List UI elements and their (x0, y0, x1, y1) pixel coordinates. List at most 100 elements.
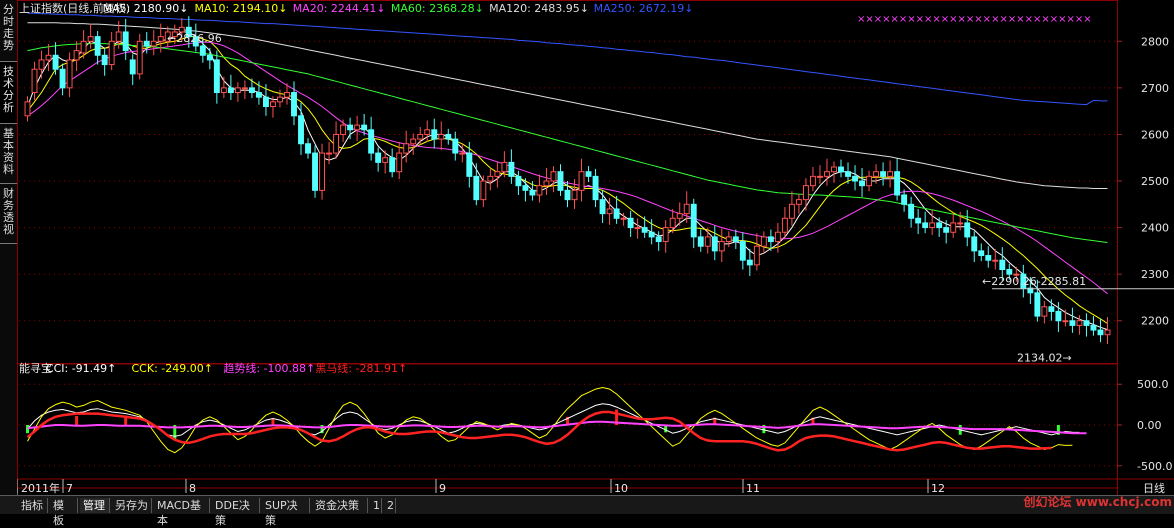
candle-body (129, 59, 136, 75)
candle-body (971, 236, 978, 252)
tab-financials[interactable]: 财务透视 (0, 184, 17, 244)
candlesticks (24, 16, 1111, 345)
candle-body (410, 138, 417, 145)
candle-body (431, 129, 438, 140)
candle-body (108, 40, 115, 66)
candle-body (248, 87, 255, 94)
candle-body (1041, 306, 1048, 317)
tab-technical[interactable]: 技术分析 (0, 62, 17, 124)
tab-fundamentals[interactable]: 基本资料 (0, 124, 17, 184)
candle-body (480, 180, 487, 201)
candle-body (845, 171, 851, 177)
bottom-tab-5[interactable]: DDE决策 (212, 498, 260, 527)
candle-body (66, 59, 73, 89)
candle-body (1069, 320, 1076, 326)
candle-body (564, 189, 571, 201)
candle-body (809, 175, 816, 187)
candle-body (922, 222, 929, 229)
date-label: 12 (931, 482, 945, 495)
candle-body (599, 199, 606, 215)
bottom-tab-8[interactable]: 1 (370, 498, 382, 513)
candle-body (669, 217, 676, 229)
candle-body (760, 236, 767, 247)
candle-body (298, 115, 304, 145)
candle-body (753, 245, 760, 266)
candle-body (270, 101, 276, 107)
candle-body (52, 54, 59, 70)
candle-body (817, 175, 823, 178)
candle-body (206, 54, 213, 61)
candle-body (683, 203, 690, 215)
candle-body (859, 180, 865, 187)
indicator-lines (26, 386, 1087, 454)
candle-body (87, 36, 94, 42)
candle-body (333, 133, 340, 154)
candle-body (1104, 329, 1111, 336)
candle-body (45, 54, 52, 61)
left-tab-bar: 分时走势 技术分析 基本资料 财务透视 (0, 0, 18, 495)
kline-chart[interactable]: 2800 2700 2600 2500 2400 2300 2200 500.0 0.00 -50… (17, 0, 1174, 495)
candle-body (718, 241, 725, 252)
candle-body (1097, 329, 1104, 336)
candle-body (312, 152, 318, 191)
candle-body (284, 92, 290, 98)
candle-body (417, 133, 424, 140)
high-annotation: ←2826.96 (167, 32, 222, 45)
candle-body (157, 36, 164, 42)
candle-body (136, 40, 143, 75)
candle-body (227, 87, 234, 94)
candle-body (326, 152, 333, 155)
tab-intraday[interactable]: 分时走势 (0, 0, 17, 62)
candle-body (1062, 320, 1069, 323)
candle-body (396, 152, 403, 173)
candle-body (340, 124, 347, 135)
bottom-tab-2[interactable]: 管理 (80, 498, 110, 513)
candle-body (802, 185, 809, 201)
bottom-tab-3[interactable]: 另存为 (112, 498, 152, 513)
candle-body (725, 236, 732, 243)
bottom-tab-4[interactable]: MACD基本 (154, 498, 210, 527)
moving-average-lines (27, 12, 1108, 331)
bottom-tab-6[interactable]: SUP决策 (262, 498, 310, 527)
candle-body (501, 161, 508, 173)
bottom-tab-9[interactable]: 2 (384, 498, 396, 513)
candle-body (80, 40, 87, 54)
candle-body (964, 222, 971, 238)
indicator-value-label: CCK: -249.00↑ (132, 362, 213, 375)
candle-body (1034, 292, 1041, 317)
ma-value-label: MA20: 2244.41↓ (293, 2, 386, 15)
candle-body (515, 175, 522, 187)
candle-body (936, 222, 943, 229)
candle-body (452, 138, 459, 154)
price-tick-label: 2200 (1141, 315, 1169, 328)
price-tick-label: 2800 (1141, 35, 1169, 48)
candle-body (122, 31, 129, 52)
candle-body (424, 129, 431, 135)
ma-line-ma60 (27, 43, 1108, 243)
indicator-tick-label: -500.0 (1137, 460, 1172, 473)
indicator-panel-frame (17, 363, 1118, 489)
date-label: 10 (614, 482, 628, 495)
candle-body (1055, 310, 1062, 322)
candle-body (704, 236, 711, 247)
bottom-tab-1[interactable]: 模板 (50, 498, 78, 527)
candle-body (676, 213, 683, 219)
price-tick-label: 2700 (1141, 82, 1169, 95)
ma-value-label: MA10: 2194.10↓ (195, 2, 288, 15)
indicator-tick-label: 500.0 (1137, 378, 1169, 391)
candle-body (24, 101, 31, 117)
ma-line-ma10 (27, 36, 1108, 324)
candle-body (529, 189, 536, 196)
candle-body (613, 208, 620, 219)
candle-body (824, 171, 830, 177)
candle-body (831, 166, 837, 173)
candle-body (985, 255, 992, 261)
bottom-tab-0[interactable]: 指标 (18, 498, 48, 513)
candle-body (473, 175, 480, 201)
bottom-tab-7[interactable]: 资金决策 (312, 498, 368, 513)
candle-body (277, 96, 283, 103)
candle-body (361, 124, 368, 131)
bottom-toolbar: 指标 模板 管理 另存为 MACD基本 DDE决策 SUP决策 资金决策 1 2 (0, 495, 1174, 527)
candle-body (894, 171, 901, 196)
ma-value-label: MA120: 2483.95↓ (489, 2, 589, 15)
